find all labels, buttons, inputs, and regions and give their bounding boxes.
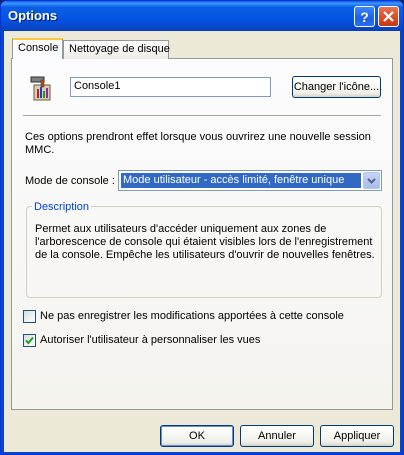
question-mark-icon: ? (360, 8, 369, 25)
description-line-3: de la console. Empêche les utilisateurs … (35, 249, 375, 261)
console-app-icon (30, 76, 51, 101)
console-name-input[interactable]: Console1 (70, 77, 271, 97)
console-mode-select[interactable]: Mode utilisateur - accès limité, fenêtre… (118, 170, 382, 191)
options-dialog: Options ? Console Nettoyage de disque Co… (0, 0, 404, 455)
checkmark-icon (25, 336, 34, 345)
close-icon (383, 11, 394, 22)
window-border-right (400, 31, 403, 454)
description-line-2: l'arborescence de console qui étaient vi… (35, 236, 373, 248)
tab-disk-cleanup[interactable]: Nettoyage de disque (63, 40, 170, 59)
info-text: Ces options prendront effet lorsque vous… (25, 131, 375, 157)
ok-button[interactable]: OK (160, 425, 234, 447)
info-line-1: Ces options prendront effet lorsque vous… (25, 131, 371, 143)
window-title: Options (8, 8, 58, 23)
help-button[interactable]: ? (354, 6, 375, 27)
allow-customize-checkbox[interactable] (23, 334, 36, 347)
info-line-2: MMC. (25, 144, 55, 156)
no-save-checkbox-label[interactable]: Ne pas enregistrer les modifications app… (40, 310, 344, 322)
allow-customize-checkbox-label[interactable]: Autoriser l'utilisateur à personnaliser … (40, 334, 260, 346)
tab-console-label: Console (18, 42, 59, 54)
apply-button[interactable]: Appliquer (320, 425, 394, 447)
no-save-checkbox[interactable] (23, 310, 36, 323)
dropdown-arrow-button[interactable] (363, 172, 380, 189)
window-border-left (1, 31, 4, 454)
close-button[interactable] (378, 6, 399, 27)
separator (23, 115, 381, 117)
tab-disk-cleanup-label: Nettoyage de disque (69, 43, 170, 55)
change-icon-button[interactable]: Changer l'icône... (292, 76, 381, 98)
cancel-button[interactable]: Annuler (240, 425, 314, 447)
title-bar[interactable]: Options ? (1, 1, 403, 31)
tab-console[interactable]: Console (12, 38, 63, 59)
console-mode-value: Mode utilisateur - accès limité, fenêtre… (121, 173, 361, 188)
chevron-down-icon (367, 177, 376, 184)
description-line-1: Permet aux utilisateurs d'accéder unique… (35, 223, 327, 235)
description-legend: Description (32, 201, 92, 213)
description-text: Permet aux utilisateurs d'accéder unique… (35, 223, 375, 262)
console-mode-label: Mode de console : (25, 175, 115, 187)
